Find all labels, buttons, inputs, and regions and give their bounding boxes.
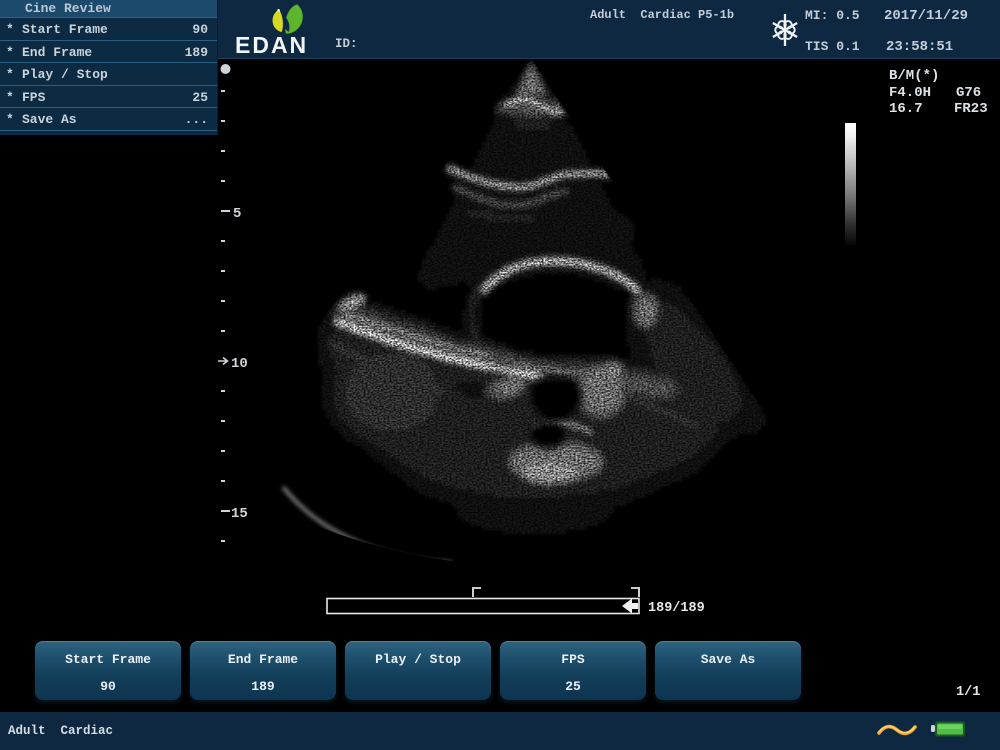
svg-text:FR23: FR23 (954, 101, 988, 117)
svg-text:G76: G76 (956, 85, 981, 101)
svg-text:1/1: 1/1 (956, 685, 980, 700)
svg-text:5: 5 (233, 206, 241, 222)
svg-text:16.7: 16.7 (889, 101, 923, 117)
svg-text:EDAN: EDAN (235, 32, 308, 58)
svg-text:189/189: 189/189 (648, 601, 705, 616)
svg-text:15: 15 (231, 506, 248, 522)
svg-text:F4.0H: F4.0H (889, 85, 931, 101)
svg-text:10: 10 (231, 356, 248, 372)
svg-text:B/M(*): B/M(*) (889, 68, 939, 84)
